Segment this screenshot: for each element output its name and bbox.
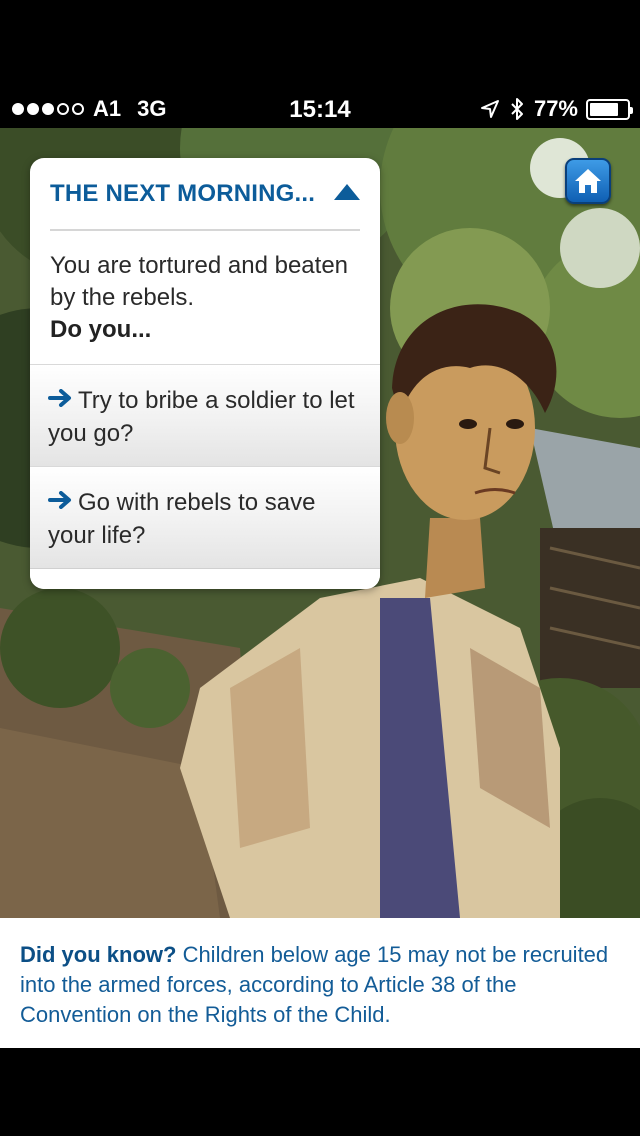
choice-option-go-with-rebels[interactable]: Go with rebels to save your life? [30,466,380,568]
card-title: THE NEXT MORNING... [50,180,316,207]
choice-option-label: Try to bribe a soldier to let you go? [48,387,355,447]
choice-option-bribe[interactable]: Try to bribe a soldier to let you go? [30,364,380,466]
choice-option-label: Go with rebels to save your life? [48,489,316,549]
battery-icon [586,98,633,120]
story-prompt: Do you... [50,316,152,343]
triangle-up-icon[interactable] [334,184,360,205]
battery-percent: 77% [533,96,578,121]
status-right: 77% [480,96,633,122]
card-footer [30,568,380,589]
bluetooth-icon [510,97,524,121]
card-header[interactable]: THE NEXT MORNING... [30,158,380,231]
story-text-block: You are tortured and beaten by the rebel… [50,250,360,346]
card-divider [50,229,360,231]
home-button[interactable] [565,158,611,204]
story-text: You are tortured and beaten by the rebel… [50,252,349,311]
location-arrow-icon [480,99,500,119]
status-bar: A1 3G 15:14 77% [0,90,640,128]
home-icon [575,169,601,193]
arrow-right-icon [48,384,72,416]
story-card: THE NEXT MORNING... You are tortured and… [30,158,380,589]
battery-level [590,102,618,116]
info-heading: Did you know? [20,942,183,967]
bottom-letterbox [0,1048,640,1136]
arrow-right-icon [48,486,72,518]
did-you-know-panel: Did you know? Children below age 15 may … [0,918,640,1048]
top-letterbox [0,0,640,90]
